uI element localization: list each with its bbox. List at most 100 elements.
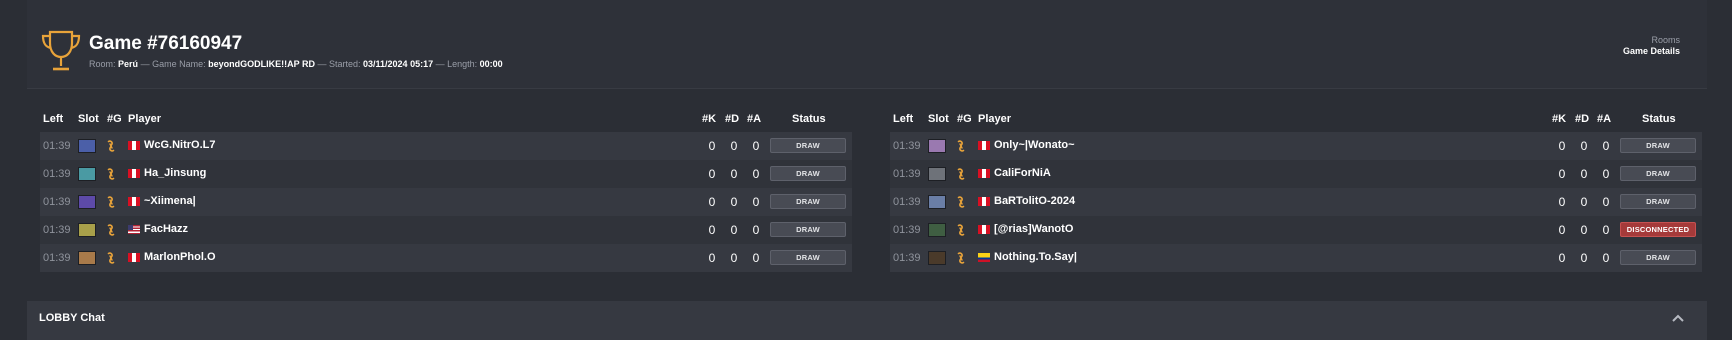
slot-color-swatch (78, 223, 96, 237)
player-kills: 0 (708, 167, 716, 181)
column-status: Status (1642, 113, 1676, 125)
flag-icon-pe (128, 141, 140, 150)
slot-color-swatch (928, 251, 946, 265)
player-assists: 0 (752, 195, 760, 209)
player-name-link[interactable]: CaliForNiA (994, 167, 1051, 179)
player-name-link[interactable]: Ha_Jinsung (144, 167, 206, 179)
player-name-link[interactable]: Only~|Wonato~ (994, 139, 1075, 151)
player-kills: 0 (708, 195, 716, 209)
player-left-time: 01:39 (43, 224, 71, 236)
player-assists: 0 (1602, 139, 1610, 153)
game-name-value: beyondGODLIKE!!AP RD (208, 59, 315, 69)
slot-color-swatch (78, 251, 96, 265)
status-badge: DISCONNECTED (1620, 222, 1696, 237)
link-icon[interactable] (955, 223, 967, 237)
player-deaths: 0 (730, 251, 738, 265)
player-row: 01:39 [@rias]WanotO 0 0 0 DISCONNECTED (890, 216, 1702, 244)
column-status: Status (792, 113, 826, 125)
length-label: — Length: (435, 59, 478, 69)
link-icon[interactable] (105, 251, 117, 265)
chevron-up-icon[interactable] (1671, 313, 1685, 323)
status-badge: DRAW (770, 138, 846, 153)
length-value: 00:00 (479, 59, 503, 69)
game-meta: Room: Perú — Game Name: beyondGODLIKE!!A… (89, 59, 503, 69)
slot-color-swatch (928, 223, 946, 237)
player-left-time: 01:39 (43, 196, 71, 208)
link-icon[interactable] (105, 195, 117, 209)
slot-color-swatch (928, 139, 946, 153)
breadcrumb-rooms-link[interactable]: Rooms (1623, 35, 1680, 45)
room-label: Room: (89, 59, 116, 69)
flag-icon-pe (978, 197, 990, 206)
status-badge: DRAW (1620, 138, 1696, 153)
link-icon[interactable] (105, 223, 117, 237)
room-value: Perú (118, 59, 139, 69)
player-row: 01:39 Only~|Wonato~ 0 0 0 DRAW (890, 132, 1702, 160)
column-player: Player (128, 113, 162, 125)
player-name-link[interactable]: [@rias]WanotO (994, 223, 1073, 235)
player-assists: 0 (1602, 195, 1610, 209)
slot-color-swatch (928, 195, 946, 209)
player-row: 01:39 BaRTolitO-2024 0 0 0 DRAW (890, 188, 1702, 216)
player-name-link[interactable]: FacHazz (144, 223, 188, 235)
link-icon[interactable] (105, 167, 117, 181)
player-name-link[interactable]: WcG.NitrO.L7 (144, 139, 216, 151)
status-badge: DRAW (1620, 250, 1696, 265)
slot-color-swatch (78, 139, 96, 153)
column-deaths: #D (725, 113, 740, 125)
player-row: 01:39 Nothing.To.Say| 0 0 0 DRAW (890, 244, 1702, 272)
player-assists: 0 (752, 139, 760, 153)
lobby-chat-panel: LOBBY Chat (27, 301, 1707, 340)
player-kills: 0 (1558, 223, 1566, 237)
column-player: Player (978, 113, 1012, 125)
column-slot: Slot (78, 113, 99, 125)
link-icon[interactable] (955, 139, 967, 153)
breadcrumb-current: Game Details (1622, 46, 1680, 56)
flag-icon-pe (978, 141, 990, 150)
status-badge: DRAW (1620, 194, 1696, 209)
player-assists: 0 (752, 167, 760, 181)
player-kills: 0 (1558, 167, 1566, 181)
player-left-time: 01:39 (893, 168, 921, 180)
status-badge: DRAW (770, 194, 846, 209)
player-left-time: 01:39 (43, 140, 71, 152)
trophy-icon (41, 30, 81, 71)
player-assists: 0 (1602, 223, 1610, 237)
player-deaths: 0 (1580, 167, 1588, 181)
column-slot: Slot (928, 113, 949, 125)
player-assists: 0 (752, 251, 760, 265)
table-header: Left Slot #G Player #K #D #A Status (890, 107, 1702, 132)
player-name-link[interactable]: BaRTolitO-2024 (994, 195, 1075, 207)
status-badge: DRAW (770, 222, 846, 237)
player-left-time: 01:39 (893, 140, 921, 152)
player-deaths: 0 (1580, 223, 1588, 237)
link-icon[interactable] (955, 195, 967, 209)
link-icon[interactable] (955, 167, 967, 181)
flag-icon-us (128, 225, 140, 234)
player-row: 01:39 CaliForNiA 0 0 0 DRAW (890, 160, 1702, 188)
player-name-link[interactable]: Nothing.To.Say| (994, 251, 1077, 263)
status-badge: DRAW (1620, 166, 1696, 181)
player-kills: 0 (708, 251, 716, 265)
player-row: 01:39 MarlonPhol.O 0 0 0 DRAW (40, 244, 852, 272)
player-deaths: 0 (730, 167, 738, 181)
player-name-link[interactable]: ~Xiimena| (144, 195, 196, 207)
link-icon[interactable] (955, 251, 967, 265)
player-deaths: 0 (730, 195, 738, 209)
player-row: 01:39 FacHazz 0 0 0 DRAW (40, 216, 852, 244)
player-row: 01:39 Ha_Jinsung 0 0 0 DRAW (40, 160, 852, 188)
column-g: #G (107, 113, 122, 125)
player-left-time: 01:39 (893, 224, 921, 236)
player-name-link[interactable]: MarlonPhol.O (144, 251, 216, 263)
flag-icon-pe (128, 197, 140, 206)
column-left: Left (893, 113, 914, 125)
game-details-page: Game #76160947 Room: Perú — Game Name: b… (0, 0, 1732, 340)
player-deaths: 0 (1580, 195, 1588, 209)
column-g: #G (957, 113, 972, 125)
column-assists: #A (747, 113, 762, 125)
page-title: Game #76160947 (89, 33, 243, 54)
link-icon[interactable] (105, 139, 117, 153)
table-header: Left Slot #G Player #K #D #A Status (40, 107, 852, 132)
flag-icon-co (978, 253, 990, 262)
team-table-2: Left Slot #G Player #K #D #A Status 01:39 Only~|W… (890, 107, 1702, 272)
